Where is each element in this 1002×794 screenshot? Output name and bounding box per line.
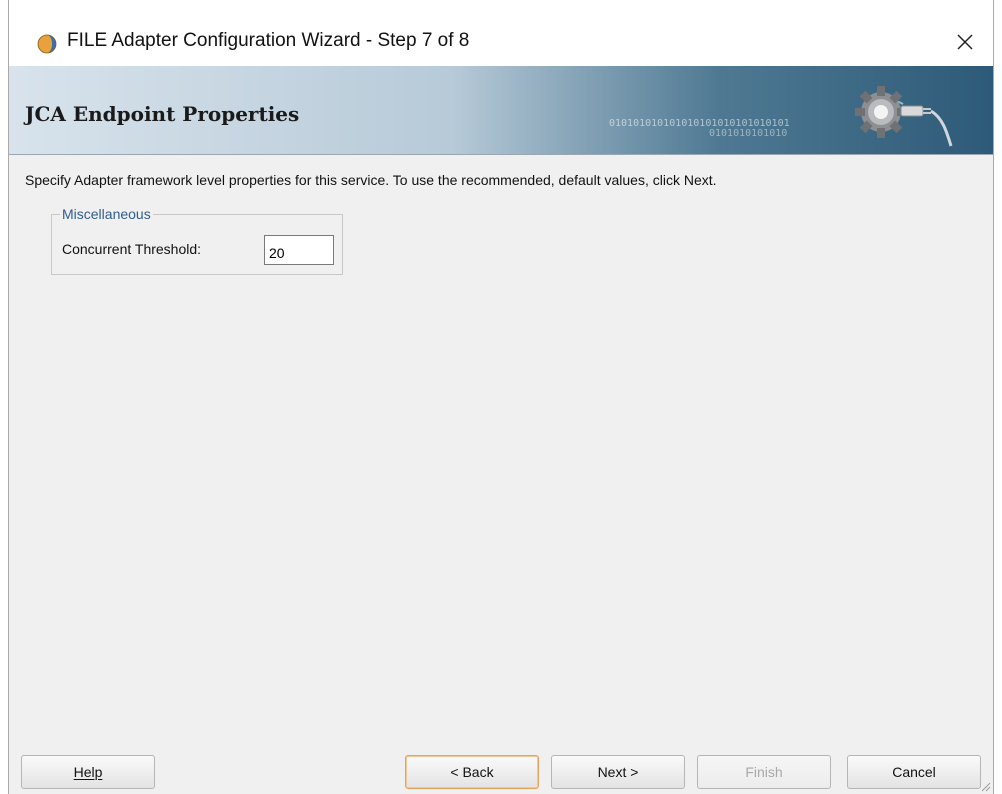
page-title: JCA Endpoint Properties [25, 102, 300, 126]
concurrent-threshold-label: Concurrent Threshold: [62, 241, 202, 257]
resize-grip-icon[interactable] [979, 780, 991, 792]
group-legend: Miscellaneous [60, 206, 153, 222]
help-button[interactable]: Help [21, 755, 155, 789]
instruction-text: Specify Adapter framework level properti… [25, 172, 717, 188]
next-button[interactable]: Next > [551, 755, 685, 789]
concurrent-threshold-input[interactable] [264, 235, 334, 265]
cancel-button-label: Cancel [892, 764, 936, 780]
wizard-dialog: FILE Adapter Configuration Wizard - Step… [8, 0, 994, 794]
window-title: FILE Adapter Configuration Wizard - Step… [67, 30, 470, 51]
cancel-button[interactable]: Cancel [847, 755, 981, 789]
gear-plug-icon [855, 86, 953, 147]
title-bar[interactable]: FILE Adapter Configuration Wizard - Step… [9, 0, 993, 66]
finish-button-label: Finish [745, 764, 783, 780]
close-icon [957, 34, 973, 50]
jdeveloper-app-icon [37, 34, 57, 54]
miscellaneous-group: Miscellaneous Concurrent Threshold: [51, 206, 343, 275]
next-button-label: Next > [597, 764, 639, 780]
back-button-label: < Back [450, 764, 494, 780]
back-button[interactable]: < Back [405, 755, 539, 789]
close-button[interactable] [945, 24, 985, 60]
help-button-label: Help [73, 764, 103, 780]
page-header-banner: JCA Endpoint Properties 0101010101010101… [9, 66, 993, 155]
banner-decoration-binary-2: 0101010101010 [709, 128, 788, 139]
finish-button[interactable]: Finish [697, 755, 831, 789]
